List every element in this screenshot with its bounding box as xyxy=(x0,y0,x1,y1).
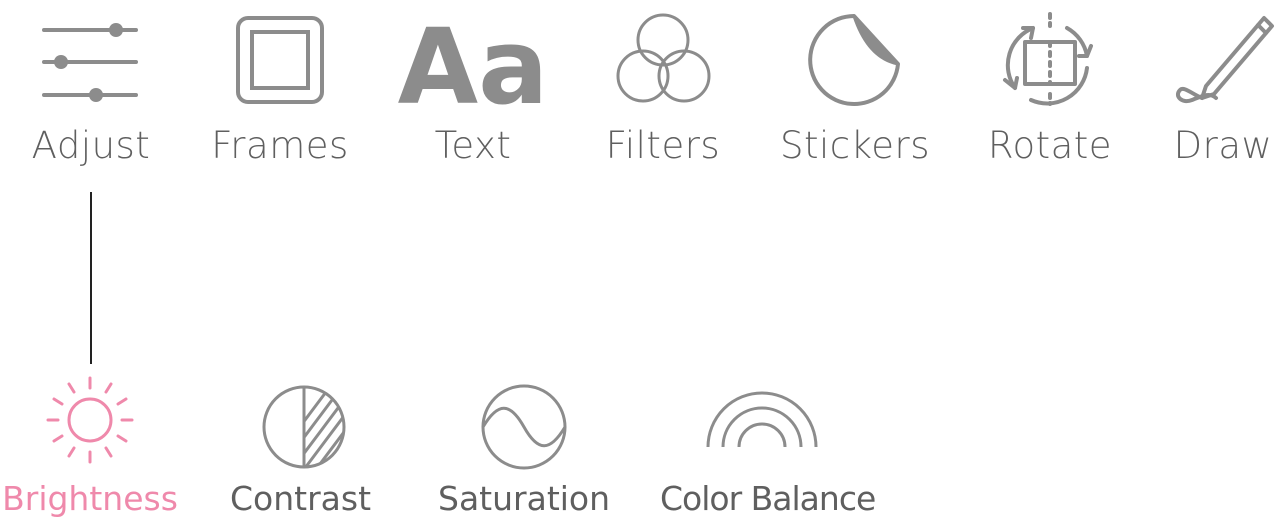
frame-icon xyxy=(236,16,324,104)
tool-label: Adjust xyxy=(31,124,151,167)
tool-adjust[interactable]: Adjust xyxy=(16,0,166,180)
tool-draw[interactable]: Draw xyxy=(1148,0,1283,180)
adjust-connector-line xyxy=(90,192,92,364)
adjust-option-label: Color Balance xyxy=(660,479,876,518)
tool-label: Stickers xyxy=(780,124,930,167)
tool-stickers[interactable]: Stickers xyxy=(780,0,930,180)
tool-filters[interactable]: Filters xyxy=(588,0,738,180)
adjust-option-label: Saturation xyxy=(438,479,611,518)
sun-icon xyxy=(46,376,134,464)
text-aa-glyph: Aa xyxy=(398,6,549,128)
adjust-option-brightness[interactable]: Brightness xyxy=(0,372,180,524)
rotate-icon xyxy=(1003,12,1093,106)
contrast-icon xyxy=(262,385,346,469)
adjust-option-label: Brightness xyxy=(2,479,178,518)
tool-text[interactable]: Aa Text xyxy=(398,0,549,180)
tool-rotate[interactable]: Rotate xyxy=(975,0,1125,180)
sliders-icon xyxy=(42,23,138,102)
filters-circles-icon xyxy=(616,13,711,103)
sticker-peel-icon xyxy=(808,14,900,106)
adjust-option-contrast[interactable]: Contrast xyxy=(230,372,372,524)
tool-label: Rotate xyxy=(987,124,1113,167)
tool-label: Frames xyxy=(211,124,349,167)
adjust-option-label: Contrast xyxy=(230,479,372,518)
tool-label: Filters xyxy=(605,124,721,167)
adjust-option-color-balance[interactable]: Color Balance xyxy=(660,372,876,524)
adjust-option-saturation[interactable]: Saturation xyxy=(438,372,611,524)
tool-frames[interactable]: Frames xyxy=(205,0,355,180)
saturation-wave-icon xyxy=(481,384,567,470)
tool-label: Text xyxy=(434,124,512,167)
tool-label: Draw xyxy=(1173,124,1273,167)
text-aa-icon: Aa xyxy=(398,6,549,128)
pencil-icon xyxy=(1175,16,1274,103)
color-balance-arcs-icon xyxy=(706,391,818,448)
